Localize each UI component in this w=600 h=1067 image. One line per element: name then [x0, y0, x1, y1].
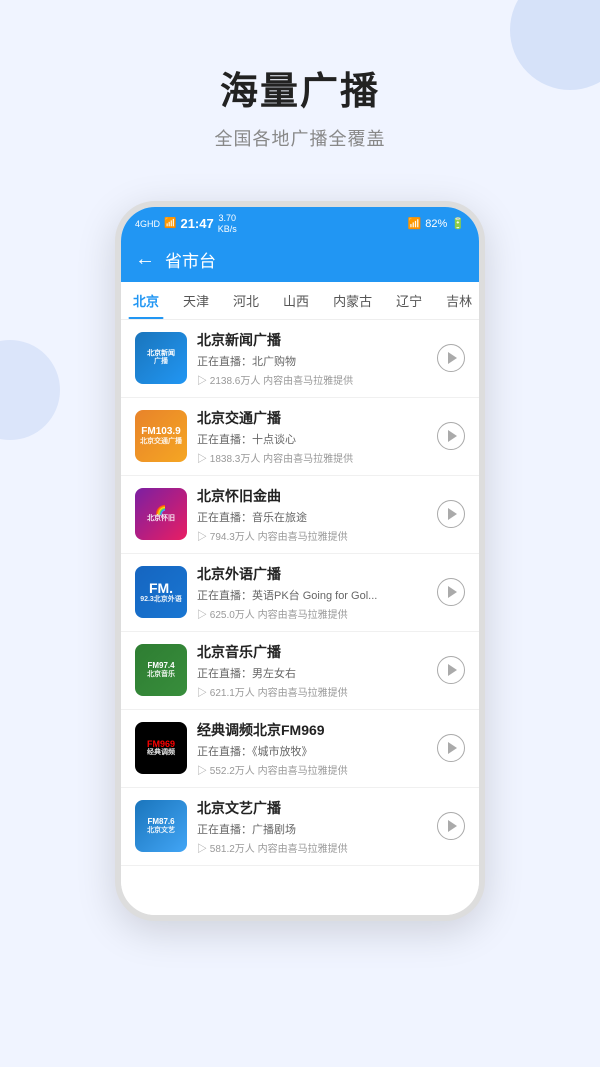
- page-subtitle: 全国各地广播全覆盖: [0, 125, 600, 151]
- radio-name: 北京音乐广播: [197, 642, 427, 662]
- radio-logo: FM97.4北京音乐: [135, 644, 187, 696]
- network-type: 4GHD: [135, 219, 160, 229]
- play-icon: [448, 820, 457, 832]
- signal-icon: 📶: [164, 218, 176, 229]
- wifi-icon: 📶: [408, 217, 422, 230]
- play-icon: [448, 664, 457, 676]
- radio-info: 北京怀旧金曲 正在直播：音乐在旅途 ▷ 794.3万人 内容由喜马拉雅提供: [197, 486, 427, 543]
- tab-neimenggu[interactable]: 内蒙古: [321, 282, 384, 319]
- radio-item[interactable]: FM97.4北京音乐 北京音乐广播 正在直播：男左女右 ▷ 621.1万人 内容…: [121, 632, 479, 710]
- play-button[interactable]: [437, 422, 465, 450]
- radio-item[interactable]: FM103.9北京交通广播 北京交通广播 正在直播：十点谈心 ▷ 1838.3万…: [121, 398, 479, 476]
- radio-info: 经典调频北京FM969 正在直播：《城市放牧》 ▷ 552.2万人 内容由喜马拉…: [197, 720, 427, 777]
- radio-item[interactable]: FM87.6北京文艺 北京文艺广播 正在直播：广播剧场 ▷ 581.2万人 内容…: [121, 788, 479, 866]
- nav-bar: ← 省市台: [121, 239, 479, 282]
- play-button[interactable]: [437, 344, 465, 372]
- tab-beijing[interactable]: 北京: [121, 282, 171, 319]
- tab-shanxi[interactable]: 山西: [271, 282, 321, 319]
- radio-stats: ▷ 625.0万人 内容由喜马拉雅提供: [197, 606, 427, 621]
- tab-liaoning[interactable]: 辽宁: [384, 282, 434, 319]
- radio-stats: ▷ 581.2万人 内容由喜马拉雅提供: [197, 840, 427, 855]
- tab-jilin[interactable]: 吉林: [434, 282, 479, 319]
- radio-live: 正在直播：音乐在旅途: [197, 509, 427, 525]
- radio-item[interactable]: 🌈北京怀旧 北京怀旧金曲 正在直播：音乐在旅途 ▷ 794.3万人 内容由喜马拉…: [121, 476, 479, 554]
- phone-mockup: 4GHD 📶 21:47 3.70 KB/s 📶 82% 🔋 ← 省市台 北京 …: [115, 201, 485, 921]
- radio-stats: ▷ 2138.6万人 内容由喜马拉雅提供: [197, 372, 427, 387]
- tab-hebei[interactable]: 河北: [221, 282, 271, 319]
- status-left: 4GHD 📶 21:47 3.70 KB/s: [135, 213, 237, 235]
- play-button[interactable]: [437, 656, 465, 684]
- back-button[interactable]: ←: [135, 248, 155, 271]
- radio-info: 北京音乐广播 正在直播：男左女右 ▷ 621.1万人 内容由喜马拉雅提供: [197, 642, 427, 699]
- radio-name: 北京怀旧金曲: [197, 486, 427, 506]
- radio-info: 北京外语广播 正在直播：英语PK台 Going for Gol... ▷ 625…: [197, 564, 427, 621]
- radio-info: 北京文艺广播 正在直播：广播剧场 ▷ 581.2万人 内容由喜马拉雅提供: [197, 798, 427, 855]
- play-icon: [448, 508, 457, 520]
- radio-info: 北京交通广播 正在直播：十点谈心 ▷ 1838.3万人 内容由喜马拉雅提供: [197, 408, 427, 465]
- radio-list: 北京新闻广播 北京新闻广播 正在直播：北广购物 ▷ 2138.6万人 内容由喜马…: [121, 320, 479, 915]
- page-title: 海量广播: [0, 60, 600, 115]
- play-button[interactable]: [437, 500, 465, 528]
- radio-name: 北京交通广播: [197, 408, 427, 428]
- status-speed: 3.70 KB/s: [218, 213, 237, 235]
- play-icon: [448, 742, 457, 754]
- radio-live: 正在直播：英语PK台 Going for Gol...: [197, 587, 427, 603]
- radio-live: 正在直播：广播剧场: [197, 821, 427, 837]
- radio-stats: ▷ 552.2万人 内容由喜马拉雅提供: [197, 762, 427, 777]
- radio-logo: FM969经典调频: [135, 722, 187, 774]
- radio-item[interactable]: 北京新闻广播 北京新闻广播 正在直播：北广购物 ▷ 2138.6万人 内容由喜马…: [121, 320, 479, 398]
- tab-tianjin[interactable]: 天津: [171, 282, 221, 319]
- battery-icon: 🔋: [451, 217, 465, 230]
- radio-name: 经典调频北京FM969: [197, 720, 427, 740]
- play-icon: [448, 430, 457, 442]
- tab-bar: 北京 天津 河北 山西 内蒙古 辽宁 吉林: [121, 282, 479, 320]
- radio-name: 北京新闻广播: [197, 330, 427, 350]
- play-button[interactable]: [437, 734, 465, 762]
- radio-logo: FM103.9北京交通广播: [135, 410, 187, 462]
- nav-title: 省市台: [165, 247, 216, 272]
- radio-name: 北京文艺广播: [197, 798, 427, 818]
- radio-logo: FM87.6北京文艺: [135, 800, 187, 852]
- radio-name: 北京外语广播: [197, 564, 427, 584]
- radio-item[interactable]: FM.92.3北京外语 北京外语广播 正在直播：英语PK台 Going for …: [121, 554, 479, 632]
- radio-live: 正在直播：男左女右: [197, 665, 427, 681]
- phone-wrapper: 4GHD 📶 21:47 3.70 KB/s 📶 82% 🔋 ← 省市台 北京 …: [0, 201, 600, 921]
- play-icon: [448, 586, 457, 598]
- radio-logo: FM.92.3北京外语: [135, 566, 187, 618]
- battery-percent: 82%: [425, 218, 447, 230]
- play-button[interactable]: [437, 812, 465, 840]
- radio-stats: ▷ 1838.3万人 内容由喜马拉雅提供: [197, 450, 427, 465]
- play-icon: [448, 352, 457, 364]
- radio-logo: 北京新闻广播: [135, 332, 187, 384]
- play-button[interactable]: [437, 578, 465, 606]
- radio-live: 正在直播：北广购物: [197, 353, 427, 369]
- radio-item[interactable]: FM969经典调频 经典调频北京FM969 正在直播：《城市放牧》 ▷ 552.…: [121, 710, 479, 788]
- radio-info: 北京新闻广播 正在直播：北广购物 ▷ 2138.6万人 内容由喜马拉雅提供: [197, 330, 427, 387]
- radio-live: 正在直播：十点谈心: [197, 431, 427, 447]
- radio-stats: ▷ 794.3万人 内容由喜马拉雅提供: [197, 528, 427, 543]
- radio-logo: 🌈北京怀旧: [135, 488, 187, 540]
- radio-stats: ▷ 621.1万人 内容由喜马拉雅提供: [197, 684, 427, 699]
- status-bar: 4GHD 📶 21:47 3.70 KB/s 📶 82% 🔋: [121, 207, 479, 239]
- status-right: 📶 82% 🔋: [408, 217, 465, 230]
- status-time: 21:47: [180, 216, 213, 231]
- radio-live: 正在直播：《城市放牧》: [197, 743, 427, 759]
